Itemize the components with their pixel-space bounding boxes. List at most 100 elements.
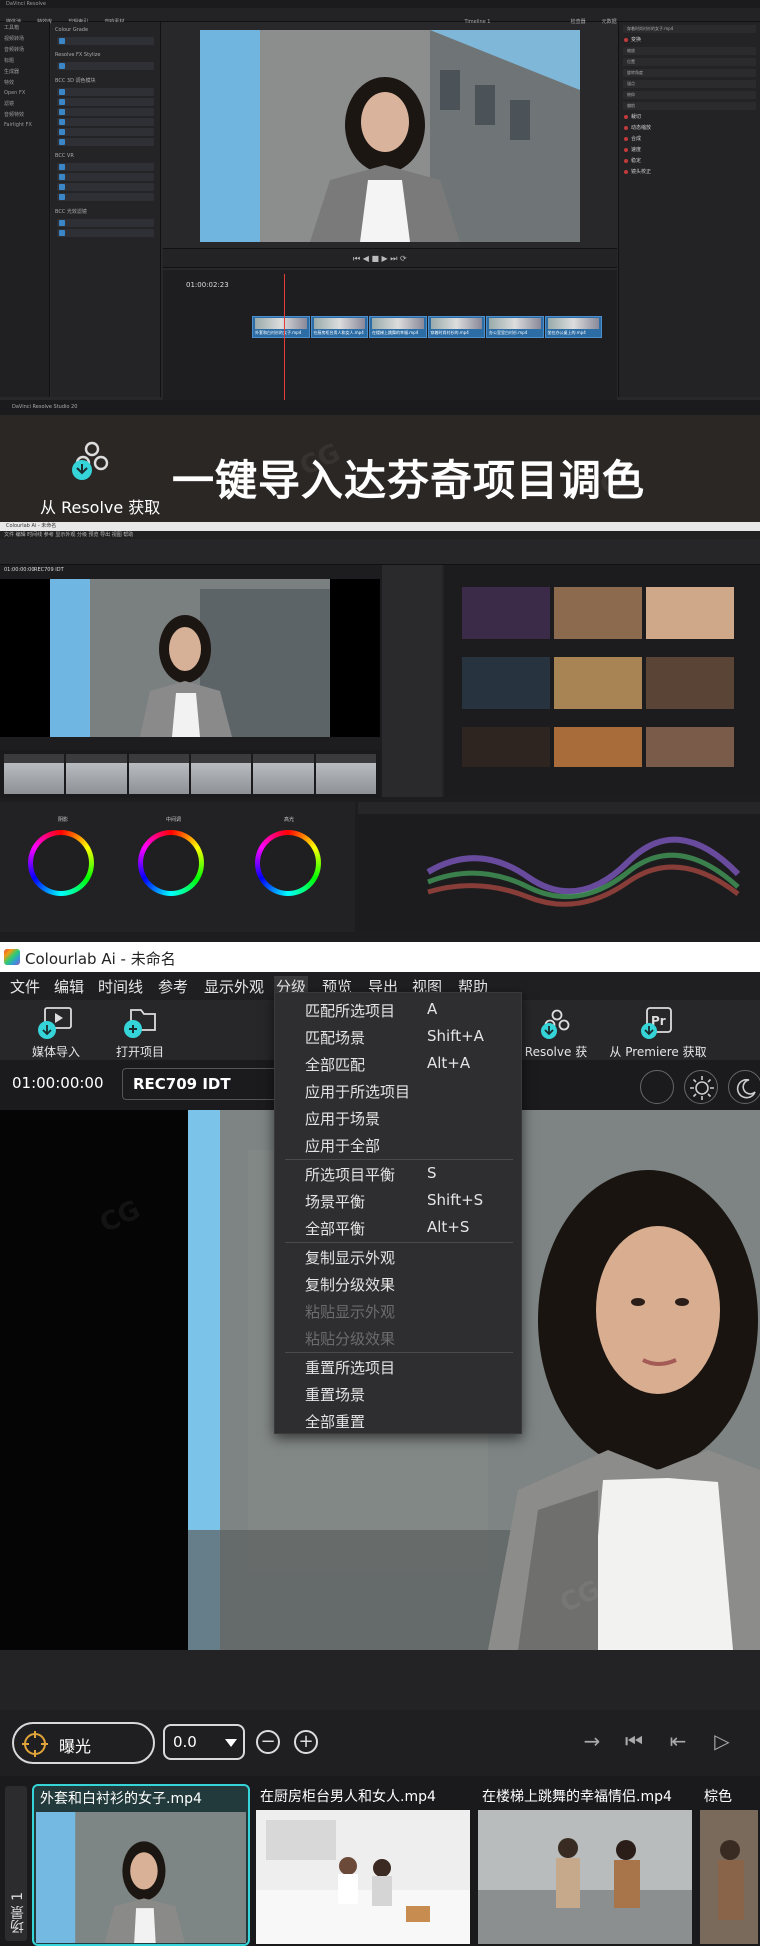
fx-item[interactable] [57,173,154,181]
inspector-row[interactable]: 缩放 [623,47,756,55]
strip-clip[interactable] [190,754,252,794]
menu-item-copy-look[interactable]: 复制显示外观 [275,1244,523,1270]
tree-item[interactable]: 特效 [0,77,49,88]
strip-clip[interactable] [315,754,376,794]
tree-item[interactable]: 音频转场 [0,44,49,55]
menu-item-reset-scene[interactable]: 重置场景 [275,1381,523,1407]
fx-item[interactable] [57,183,154,191]
inspector-row[interactable]: 位置 [623,58,756,66]
strip-clip[interactable] [128,754,189,794]
menu-item-balance-scene[interactable]: 场景平衡 Shift+S [275,1188,523,1214]
idt-select[interactable]: REC709 IDT [122,1068,292,1100]
wheel-label: 高光 [284,817,295,823]
fx-item[interactable] [57,98,154,106]
overview-idt[interactable]: REC709 IDT [34,567,64,573]
tree-item[interactable]: 视频转场 [0,33,49,44]
media-import-button[interactable]: 媒体导入 [30,1006,82,1060]
tree-item[interactable]: Open FX [0,88,49,98]
timeline-clip[interactable]: 穿着时尚衬衫的.mp4 [427,316,485,338]
menu-reference[interactable]: 参考 [156,976,190,997]
timeline-clip[interactable]: 办公室里白衬衫.mp4 [486,316,544,338]
tree-item[interactable]: 工具箱 [0,22,49,33]
timeline-clip[interactable]: 在楼梯上跳舞的幸福.mp4 [369,316,427,338]
inspector-section[interactable]: 裁切 [623,113,756,121]
fx-item[interactable] [57,128,154,136]
menu-item-match-scene[interactable]: 匹配场景 Shift+A [275,1024,523,1050]
inspector-row[interactable]: 锚点 [623,80,756,88]
timeline-clip[interactable]: 坐在办公桌上的.mp4 [544,316,602,338]
strip-clip[interactable] [66,754,127,794]
menu-item-apply-all[interactable]: 应用于全部 [275,1132,523,1158]
scene-tab[interactable]: 场景 1 [5,1786,27,1941]
tree-item[interactable]: 滤镜 [0,98,49,109]
highlights-wheel[interactable] [255,830,321,896]
shadows-wheel[interactable] [28,830,94,896]
menu-item-copy-grade[interactable]: 复制分级效果 [275,1271,523,1297]
play-icon[interactable]: ▷ [710,1730,734,1754]
menu-timeline[interactable]: 时间线 [96,976,145,997]
fx-item[interactable] [57,118,154,126]
midtones-wheel[interactable] [138,830,204,896]
inspector-section[interactable]: 动态缩放 [623,124,756,132]
decrease-button[interactable]: − [256,1730,280,1754]
fx-item[interactable] [57,219,154,227]
clip-card[interactable]: 在楼梯上跳舞的幸福情侣.mp4 [476,1784,694,1946]
menu-item-apply-scene[interactable]: 应用于场景 [275,1105,523,1131]
menu-file[interactable]: 文件 [8,976,42,997]
timeline-clip[interactable]: 在厨房柜台男人和女人.mp4 [310,316,368,338]
increase-button[interactable]: + [294,1730,318,1754]
menu-display-look[interactable]: 显示外观 [202,976,266,997]
tree-item[interactable]: Fairlight FX [0,120,49,130]
tree-item[interactable]: 生成器 [0,66,49,77]
clip-card[interactable]: 棕色 [698,1784,760,1946]
overview-toolbar [0,539,760,565]
fx-item[interactable] [57,108,154,116]
premiere-fetch-button[interactable]: Pr 从 Premiere 获取 [608,1006,708,1060]
tree-item[interactable]: 标题 [0,55,49,66]
fx-item[interactable] [57,62,154,70]
skip-back-icon[interactable]: ⏮ [622,1730,646,1754]
fx-item[interactable] [57,88,154,96]
step-back-icon[interactable]: ⇤ [666,1730,690,1754]
resolve-tool-inspector[interactable]: 检查器 [571,18,586,25]
fx-item[interactable] [57,229,154,237]
fx-item[interactable] [57,193,154,201]
arrow-right-icon[interactable]: → [580,1730,604,1754]
menu-item-match-all[interactable]: 全部匹配 Alt+A [275,1051,523,1077]
clip-card[interactable]: 在厨房柜台男人和女人.mp4 [254,1784,472,1946]
compare-toggle-button[interactable] [640,1070,674,1104]
menu-item-reset-all[interactable]: 全部重置 [275,1408,523,1434]
dark-mode-button[interactable] [728,1070,760,1104]
inspector-section[interactable]: 速度 [623,146,756,154]
fx-item[interactable] [57,37,154,45]
resolve-titlebar: DaVinci Resolve [0,0,760,8]
menu-edit[interactable]: 编辑 [52,976,86,997]
inspector-row[interactable]: 旋转角度 [623,69,756,77]
fx-item[interactable] [57,163,154,171]
timeline-clip[interactable]: 外套和白衬衫的女子.mp4 [252,316,310,338]
inspector-section[interactable]: 合成 [623,135,756,143]
brightness-button[interactable] [684,1070,718,1104]
timeline-playhead[interactable] [284,274,285,400]
strip-clip[interactable] [253,754,314,794]
open-project-button[interactable]: 打开项目 [112,1006,168,1060]
menu-item-apply-selected[interactable]: 应用于所选项目 [275,1078,523,1104]
menu-item-balance-selected[interactable]: 所选项目平衡 S [275,1161,523,1187]
fx-item[interactable] [57,138,154,146]
strip-clip[interactable] [4,754,65,794]
inspector-row[interactable]: 俯仰 [623,91,756,99]
inspector-section[interactable]: 变换 [623,36,756,44]
clip-card[interactable]: 外套和白衬衫的女子.mp4 [32,1784,250,1946]
exposure-value-dropdown[interactable]: 0.0 [163,1724,245,1760]
exposure-mode-button[interactable]: 曝光 [12,1722,155,1764]
inspector-row[interactable]: 偏航 [623,102,756,110]
inspector-section[interactable]: 稳定 [623,157,756,165]
menu-item-balance-all[interactable]: 全部平衡 Alt+S [275,1215,523,1241]
menu-item-reset-selected[interactable]: 重置所选项目 [275,1354,523,1380]
transport-controls-icon[interactable]: ⏮ ◀ ■ ▶ ⏭ ⟳ [353,254,407,264]
tree-item[interactable]: 音频特效 [0,109,49,120]
menu-item-match-selected[interactable]: 匹配所选项目 A [275,997,523,1023]
inspector-section[interactable]: 镜头校正 [623,168,756,176]
resolve-tool-metadata[interactable]: 元数据 [602,18,617,25]
resolve-screenshot: DaVinci Resolve 媒体池 特效库 剪辑索引 音响素材 Timeli… [0,0,760,415]
